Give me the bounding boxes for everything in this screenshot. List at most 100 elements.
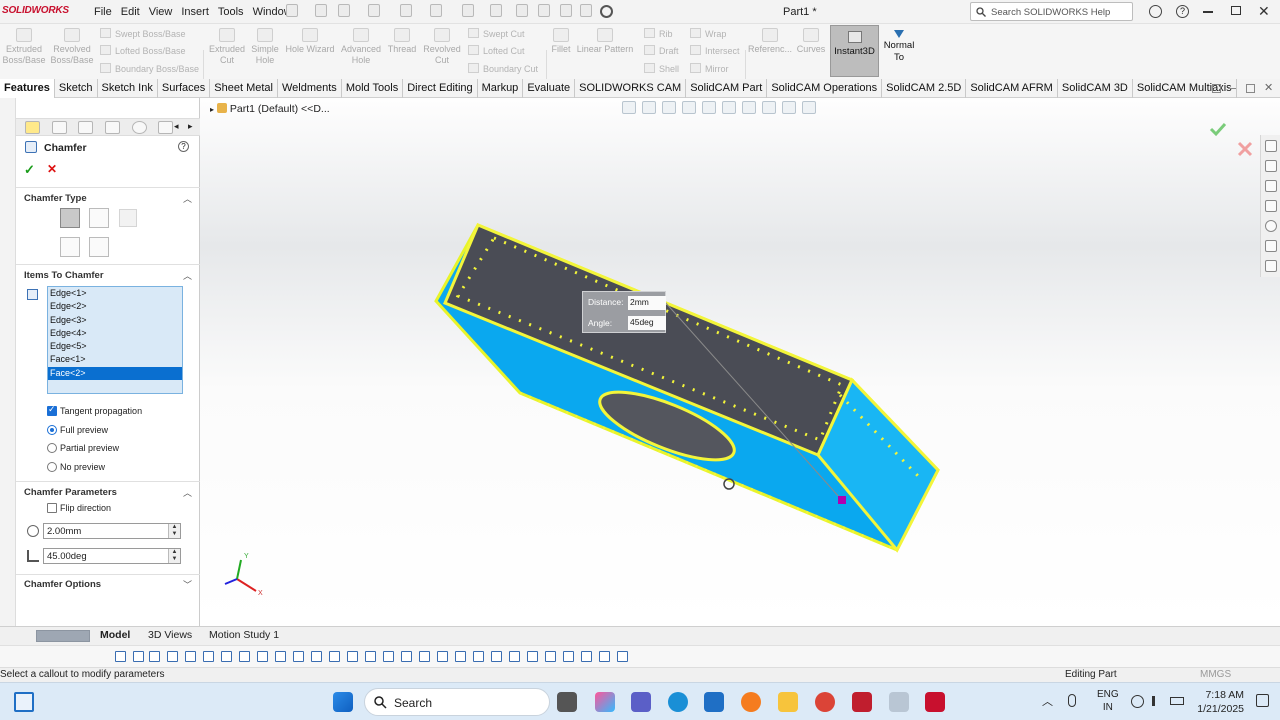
scroll-left-icon[interactable]: ◂	[174, 121, 179, 132]
tab-solidworks-cam[interactable]: SOLIDWORKS CAM	[575, 79, 687, 98]
custom-properties-icon[interactable]	[1265, 240, 1277, 252]
tab-scroll-arrows[interactable]	[36, 630, 90, 642]
spline-tool-icon[interactable]	[203, 651, 214, 662]
tab-mold-tools[interactable]: Mold Tools	[342, 79, 404, 98]
items-selection-list[interactable]: Edge<1> Edge<2> Edge<3> Edge<4> Edge<5> …	[47, 286, 183, 394]
list-item-selected[interactable]: Face<2>	[48, 366, 182, 381]
fillet-button[interactable]: Fillet	[548, 28, 574, 55]
tab-solidcam-multiaxis[interactable]: SolidCAM Multiaxis	[1133, 79, 1237, 98]
slot-tool-icon[interactable]	[509, 651, 520, 662]
paperclip-icon[interactable]	[580, 4, 592, 17]
list-item[interactable]: Edge<1>	[48, 287, 182, 300]
display-manager-tab[interactable]	[132, 121, 147, 134]
tab-sheet-metal[interactable]: Sheet Metal	[210, 79, 278, 98]
tab-model[interactable]: Model	[100, 629, 130, 641]
menu-file[interactable]: File	[94, 6, 112, 18]
distance-spinbox[interactable]: 2.00mm ▲ ▼	[43, 523, 181, 539]
mirror-tool-icon[interactable]	[311, 651, 322, 662]
help-icon[interactable]: ?	[178, 141, 189, 152]
reference-geometry-button[interactable]: Referenc...	[748, 28, 792, 55]
dimension-tool-icon[interactable]	[221, 651, 232, 662]
relation-tool-icon[interactable]	[239, 651, 250, 662]
thread-button[interactable]: Thread	[386, 28, 418, 55]
pattern-tool-icon[interactable]	[329, 651, 340, 662]
revolved-cut-button[interactable]: Revolved Cut	[420, 28, 464, 66]
chevron-up-icon[interactable]: ︿	[183, 269, 192, 282]
copy-tool-icon[interactable]	[401, 651, 412, 662]
hole-wizard-button[interactable]: Hole Wizard	[284, 28, 336, 55]
tab-direct-editing[interactable]: Direct Editing	[403, 79, 478, 98]
tab-window-icon[interactable]	[1212, 84, 1221, 93]
angle-distance-type-button[interactable]	[60, 208, 80, 228]
split-tool-icon[interactable]	[617, 651, 628, 662]
cancel-x-icon[interactable]: ✕	[47, 162, 57, 176]
boundary-boss-button[interactable]: Boundary Boss/Base	[100, 63, 199, 74]
microphone-icon[interactable]	[1068, 694, 1076, 707]
section-chamfer-parameters[interactable]: Chamfer Parameters	[24, 487, 117, 498]
scroll-right-icon[interactable]: ▸	[188, 121, 193, 132]
menu-insert[interactable]: Insert	[181, 6, 209, 18]
chevron-up-icon[interactable]: ︿	[183, 486, 192, 499]
line-tool-icon[interactable]	[115, 651, 126, 662]
tab-features[interactable]: Features	[0, 79, 55, 98]
copilot-icon[interactable]	[595, 692, 615, 712]
cancel-x-icon[interactable]	[1237, 141, 1253, 157]
units-selector[interactable]: MMGS	[1200, 669, 1231, 680]
file-explorer-icon[interactable]	[1265, 180, 1277, 192]
windows-start-icon[interactable]	[333, 692, 353, 712]
swept-boss-button[interactable]: Swept Boss/Base	[100, 28, 186, 39]
tab-evaluate[interactable]: Evaluate	[523, 79, 576, 98]
trim-tool-icon[interactable]	[257, 651, 268, 662]
tab-solidcam-part[interactable]: SolidCAM Part	[686, 79, 768, 98]
panel-restore-icon[interactable]	[1246, 84, 1255, 93]
battery-icon[interactable]	[1170, 697, 1184, 705]
feature-manager-tab[interactable]	[25, 121, 40, 134]
minimize-icon[interactable]	[1203, 11, 1213, 13]
spin-arrows-icon[interactable]: ▲ ▼	[168, 549, 180, 563]
tab-solidcam-afrm[interactable]: SolidCAM AFRM	[966, 79, 1058, 98]
menu-view[interactable]: View	[149, 6, 173, 18]
curves-button[interactable]: Curves	[796, 28, 826, 55]
tab-solidcam-2-5d[interactable]: SolidCAM 2.5D	[882, 79, 967, 98]
shell-button[interactable]: Shell	[644, 63, 679, 74]
simple-hole-button[interactable]: Simple Hole	[248, 28, 282, 66]
help-search-input[interactable]: Search SOLIDWORKS Help	[970, 2, 1133, 21]
home-icon[interactable]	[315, 4, 327, 17]
tab-motion-study[interactable]: Motion Study 1	[209, 629, 279, 641]
tab-solidcam-3d[interactable]: SolidCAM 3D	[1058, 79, 1133, 98]
rib-button[interactable]: Rib	[644, 28, 673, 39]
normal-to-button[interactable]: Normal To	[880, 30, 918, 64]
linear-pattern-button[interactable]: Linear Pattern	[575, 28, 635, 55]
view-palette-icon[interactable]	[1265, 200, 1277, 212]
language-indicator[interactable]: ENG IN	[1097, 688, 1119, 714]
angle-spinbox[interactable]: 45.00deg ▲ ▼	[43, 548, 181, 564]
menu-tools[interactable]: Tools	[218, 6, 244, 18]
redo-icon[interactable]	[490, 4, 502, 17]
offset-face-type-button[interactable]	[60, 237, 80, 257]
tab-solidcam-operations[interactable]: SolidCAM Operations	[767, 79, 883, 98]
appearances-icon[interactable]	[1265, 220, 1277, 232]
confirm-check-icon[interactable]	[1209, 122, 1227, 137]
tangent-propagation-checkbox[interactable]	[47, 404, 57, 416]
solidworks-forum-icon[interactable]	[1265, 260, 1277, 272]
intersect-button[interactable]: Intersect	[690, 45, 740, 56]
close-icon[interactable]: ✕	[1258, 3, 1270, 20]
instant3d-button[interactable]: Instant3D	[830, 25, 879, 77]
convert-tool-icon[interactable]	[581, 651, 592, 662]
store-icon[interactable]	[704, 692, 724, 712]
new-document-icon[interactable]	[338, 4, 350, 17]
solidworks-resources-icon[interactable]	[1265, 140, 1277, 152]
section-chamfer-options[interactable]: Chamfer Options	[24, 579, 101, 590]
widgets-icon[interactable]	[14, 692, 34, 712]
callout-distance-field[interactable]: 2mm	[628, 296, 666, 310]
chamfer-callout[interactable]: Distance: 2mm Angle: 45deg	[582, 291, 666, 333]
firefox-icon[interactable]	[741, 692, 761, 712]
chevron-down-icon[interactable]: ﹀	[183, 578, 192, 591]
configuration-manager-tab[interactable]	[78, 121, 93, 134]
boundary-cut-button[interactable]: Boundary Cut	[468, 63, 538, 74]
tab-3d-views[interactable]: 3D Views	[148, 629, 192, 641]
tab-markup[interactable]: Markup	[478, 79, 524, 98]
extruded-cut-button[interactable]: Extruded Cut	[206, 28, 248, 66]
help-icon[interactable]: ?	[1176, 5, 1189, 18]
arc-tool-icon[interactable]	[185, 651, 196, 662]
